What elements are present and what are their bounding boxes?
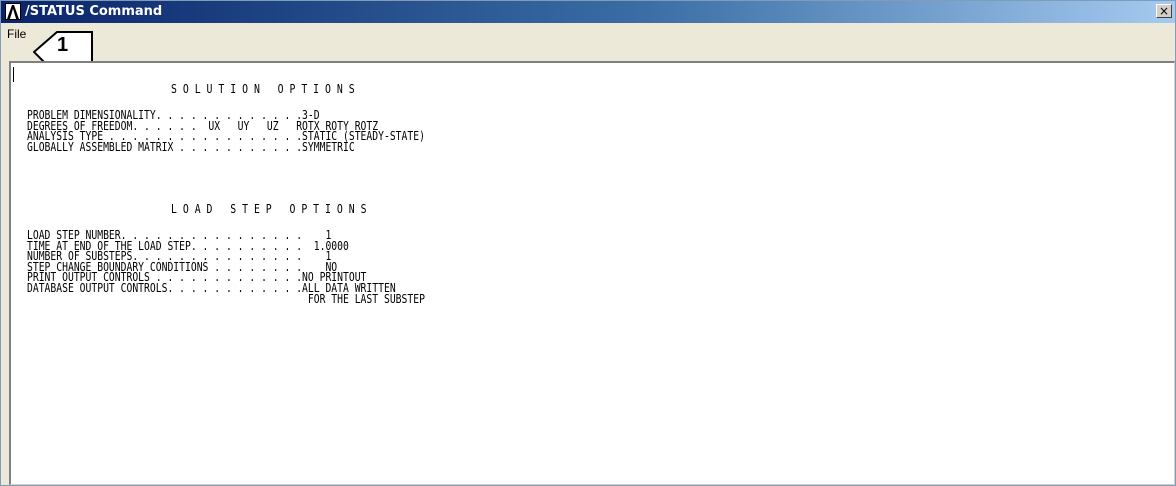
menu-bar: File 1 [1, 23, 1175, 76]
window-title: /STATUS Command [25, 4, 163, 19]
status-command-window: /STATUS Command × File 1 S O L U T I O N… [0, 0, 1176, 486]
ansys-logo-icon [5, 3, 21, 20]
solution-options-heading: S O L U T I O N O P T I O N S [171, 82, 355, 96]
solution-options-block: PROBLEM DIMENSIONALITY. . . . . . . . . … [27, 109, 425, 154]
close-icon: × [1158, 4, 1170, 18]
status-output-area[interactable]: S O L U T I O N O P T I O N S PROBLEM DI… [9, 61, 1175, 485]
report-line: FOR THE LAST SUBSTEP [27, 291, 425, 306]
callout-number: 1 [57, 34, 69, 56]
menu-file[interactable]: File [7, 26, 26, 42]
title-bar[interactable]: /STATUS Command × [1, 1, 1175, 23]
load-step-options-block: LOAD STEP NUMBER. . . . . . . . . . . . … [27, 229, 425, 306]
load-step-options-heading: L O A D S T E P O P T I O N S [171, 202, 367, 216]
text-cursor [13, 67, 14, 82]
close-button[interactable]: × [1156, 4, 1172, 18]
report-line: GLOBALLY ASSEMBLED MATRIX . . . . . . . … [27, 139, 355, 154]
